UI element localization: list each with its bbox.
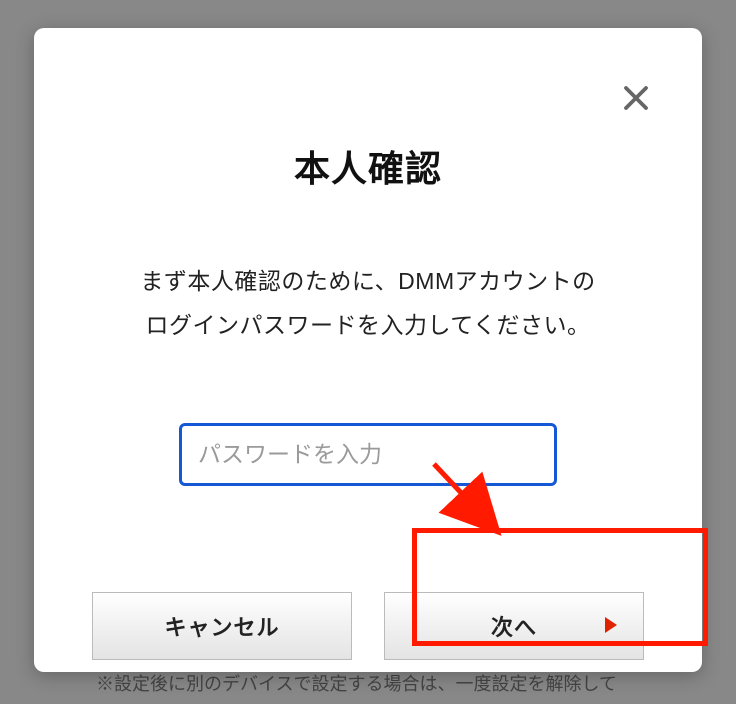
- triangle-right-icon: [605, 613, 619, 639]
- next-button[interactable]: 次へ: [384, 592, 644, 660]
- background-partial-text: ※設定後に別のデバイスで設定する場合は、一度設定を解除して: [96, 670, 617, 696]
- modal-description: まず本人確認のために、DMMアカウントの ログインパスワードを入力してください。: [58, 260, 678, 347]
- cancel-button[interactable]: キャンセル: [92, 592, 352, 660]
- description-line-2: ログインパスワードを入力してください。: [58, 304, 678, 348]
- close-icon: [621, 83, 651, 113]
- next-button-label: 次へ: [491, 610, 537, 642]
- cancel-button-label: キャンセル: [164, 610, 279, 642]
- identity-verification-modal: 本人確認 まず本人確認のために、DMMアカウントの ログインパスワードを入力して…: [34, 28, 702, 672]
- modal-title: 本人確認: [58, 140, 678, 192]
- password-input[interactable]: [179, 423, 557, 486]
- password-input-wrap: [58, 423, 678, 486]
- description-line-1: まず本人確認のために、DMMアカウントの: [58, 260, 678, 304]
- button-row: キャンセル 次へ: [58, 592, 678, 660]
- close-button[interactable]: [618, 80, 654, 116]
